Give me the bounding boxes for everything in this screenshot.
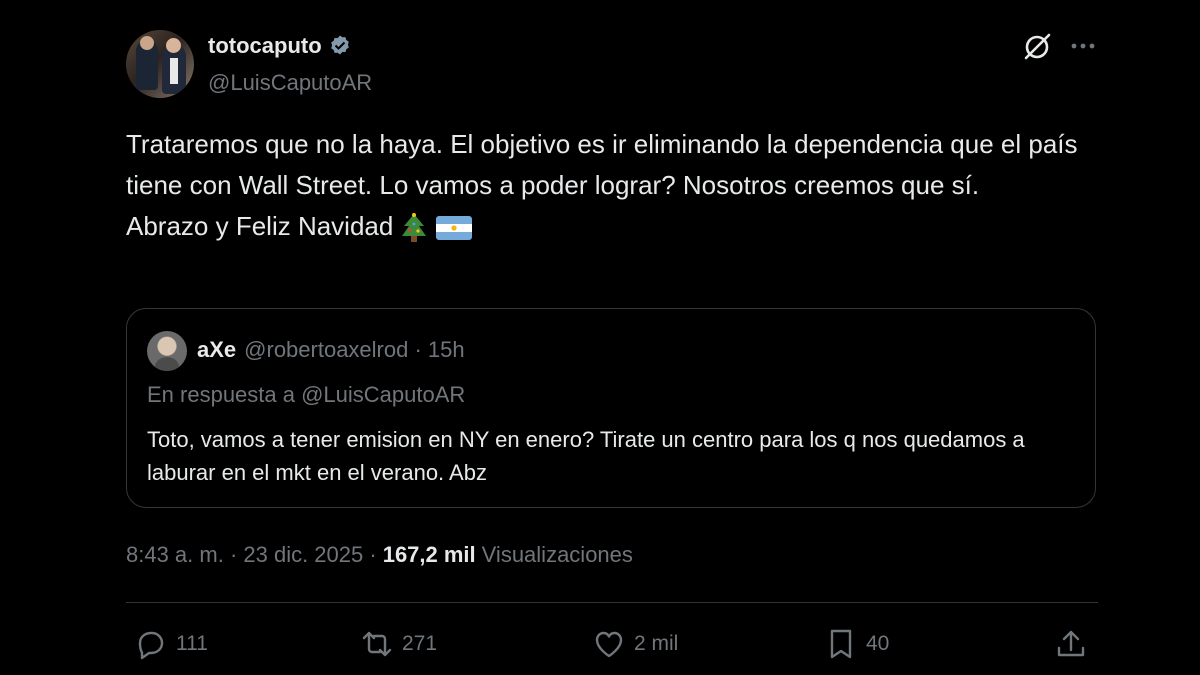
author-display-name[interactable]: totocaputo [208, 33, 322, 59]
reply-count: 111 [176, 632, 208, 655]
retweet-count: 271 [402, 632, 438, 655]
share-button[interactable] [1054, 620, 1088, 668]
tweet-meta: 8:43 a. m. · 23 dic. 2025 · 167,2 mil Vi… [126, 542, 633, 568]
grok-icon[interactable] [1020, 30, 1054, 64]
retweet-icon [362, 631, 392, 657]
argentina-flag-icon [436, 216, 473, 241]
tweet-text: Trataremos que no la haya. El objetivo e… [126, 124, 1086, 247]
views-label: Visualizaciones [481, 542, 633, 567]
like-icon [595, 631, 623, 658]
author-avatar[interactable] [126, 30, 194, 98]
tweet-text-line-2-text: Abrazo y Feliz Navidad [126, 211, 394, 241]
divider [126, 602, 1098, 603]
bookmark-count: 40 [866, 632, 890, 655]
reply-button[interactable]: 111 [134, 620, 208, 668]
reply-icon [138, 631, 164, 660]
views-count: 167,2 mil [382, 542, 476, 567]
tweet-datetime[interactable]: 8:43 a. m. · 23 dic. 2025 · [126, 542, 377, 568]
like-count: 2 mil [634, 632, 679, 655]
like-button[interactable]: 2 mil [592, 620, 678, 668]
quote-header: aXe @robertoaxelrod · 15h [197, 337, 465, 363]
share-icon [1057, 630, 1085, 657]
quote-display-name[interactable]: aXe [197, 337, 236, 363]
tweet-text-line-2: Abrazo y Feliz Navidad [126, 206, 1086, 247]
quote-text: Toto, vamos a tener emision en NY en ene… [147, 427, 1025, 485]
action-bar: 111 271 2 mil 40 [126, 620, 1098, 668]
quoted-tweet[interactable]: aXe @robertoaxelrod · 15h En respuesta a… [126, 308, 1096, 508]
bookmark-icon [830, 629, 852, 659]
retweet-button[interactable]: 271 [360, 620, 437, 668]
christmas-tree-icon [402, 213, 427, 243]
author-name-row: totocaputo [208, 33, 352, 59]
quote-avatar[interactable] [147, 331, 187, 371]
more-icon[interactable] [1068, 34, 1098, 58]
quote-reply-to: En respuesta a @LuisCaputoAR [147, 382, 466, 407]
tweet-text-line-1: Trataremos que no la haya. El objetivo e… [126, 129, 1078, 200]
verified-badge-icon [330, 35, 349, 55]
bookmark-button[interactable]: 40 [824, 620, 889, 668]
author-handle[interactable]: @LuisCaputoAR [208, 70, 372, 96]
quote-handle-time[interactable]: @robertoaxelrod · 15h [244, 337, 464, 363]
